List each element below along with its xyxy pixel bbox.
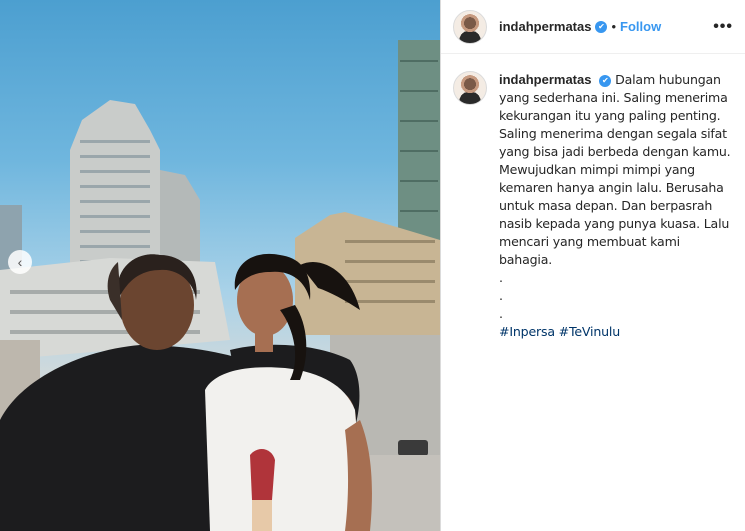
post-details-panel: indahpermatas ✔ • Follow ••• indahpermat… — [441, 0, 745, 531]
caption-line: . — [499, 306, 503, 321]
caption-line: untuk masa depan. Dan berpasrah — [499, 198, 713, 213]
caption-line: Saling menerima dengan segala sifat — [499, 126, 727, 141]
follow-button[interactable]: Follow — [620, 19, 661, 34]
photo-illustration — [0, 40, 440, 531]
avatar[interactable] — [453, 9, 487, 44]
caption-line: Dalam hubungan — [615, 72, 721, 87]
caption-line: nasib kepada yang punya kuasa. Lalu — [499, 216, 730, 231]
verified-badge-icon: ✔ — [599, 74, 612, 87]
post-caption: indahpermatas ✔ Dalam hubungan yang sede… — [499, 71, 733, 341]
caption-line: . — [499, 288, 503, 303]
verified-badge-icon: ✔ — [595, 20, 608, 33]
separator-dot: • — [611, 19, 617, 34]
chevron-left-icon: ‹ — [17, 254, 23, 270]
hashtag-link-tevinulu[interactable]: #TeVinulu — [559, 324, 621, 339]
more-options-icon[interactable]: ••• — [713, 18, 733, 36]
caption-line: kemaren hanya angin lalu. Berusaha — [499, 180, 724, 195]
post-photo[interactable]: ‹ — [0, 0, 440, 531]
hashtag-link-inpersa[interactable]: #Inpersa — [499, 324, 555, 339]
caption-line: mencari yang membuat kami bahagia. — [499, 234, 680, 267]
username-link[interactable]: indahpermatas — [499, 19, 591, 34]
previous-photo-button[interactable]: ‹ — [8, 250, 32, 274]
caption-row: indahpermatas ✔ Dalam hubungan yang sede… — [441, 54, 745, 341]
post-header: indahpermatas ✔ • Follow ••• — [441, 0, 745, 54]
caption-username-link[interactable]: indahpermatas — [499, 72, 591, 87]
caption-line: yang sederhana ini. Saling menerima — [499, 90, 728, 105]
caption-avatar[interactable] — [453, 71, 487, 105]
caption-line: kekurangan itu yang paling penting. — [499, 108, 721, 123]
caption-line: Mewujudkan mimpi mimpi yang — [499, 162, 695, 177]
caption-line: . — [499, 270, 503, 285]
hashtags: #Inpersa #TeVinulu — [499, 323, 733, 341]
caption-line: yang bisa jadi berbeda dengan kamu. — [499, 144, 731, 159]
